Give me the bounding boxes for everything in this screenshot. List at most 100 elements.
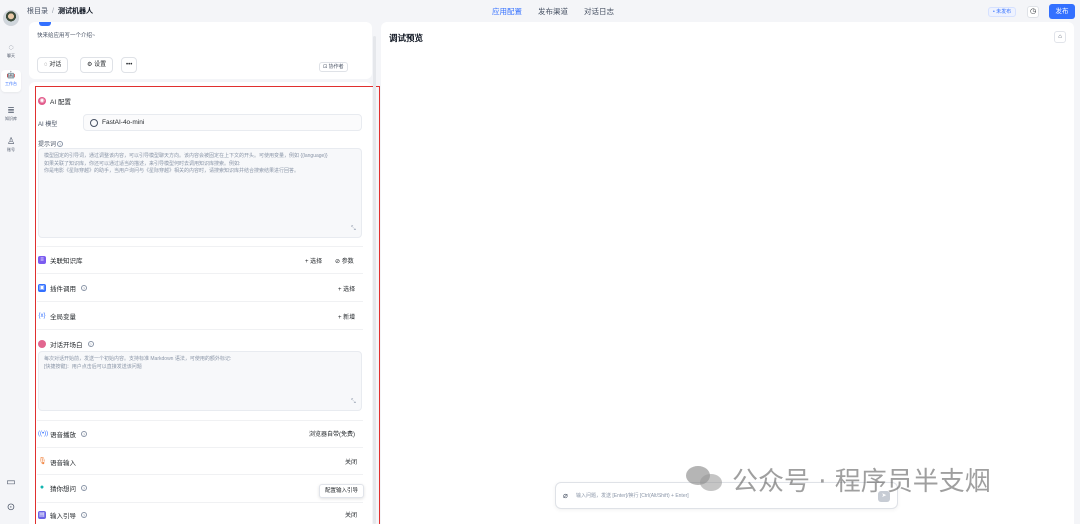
breadcrumb-root[interactable]: 根目录 <box>27 8 48 15</box>
variable-add-button[interactable]: + 新增 <box>338 312 355 321</box>
settings-button-label: 设置 <box>94 62 107 68</box>
attachment-icon[interactable]: ⌀ <box>563 491 568 500</box>
welcome-icon <box>38 340 46 348</box>
rail-item-label: 知识库 <box>5 116 17 121</box>
plugin-row: ▣ 插件调用? <box>38 283 87 293</box>
expand-icon[interactable]: ⤡ <box>351 399 356 406</box>
collaborator-icon: ⊡ <box>323 64 328 70</box>
opener-label: 对话开场白 <box>50 342 83 349</box>
chat-button-label: 对话 <box>49 62 62 68</box>
database-icon: ≣ <box>7 105 15 115</box>
toolbox-icon: ▣ <box>38 284 46 292</box>
tts-label: 语音播放 <box>50 432 76 439</box>
settings-button[interactable]: ⚙ 设置 <box>80 57 114 73</box>
knowledge-base-row: ≡ 关联知识库 <box>38 255 83 265</box>
breadcrumb-separator: / <box>52 8 54 15</box>
ai-config-label: AI 配置 <box>50 99 71 106</box>
plugin-select-button[interactable]: + 选择 <box>338 284 355 293</box>
prompt-label: 提示词? <box>38 139 64 148</box>
rail-item-chat[interactable]: ◌ 聊天 <box>1 42 21 64</box>
tts-row: ((•)) 语音播放? <box>38 429 87 439</box>
preview-title: 调试预览 <box>389 33 424 43</box>
clear-chat-icon[interactable]: ⌂ <box>1054 31 1066 43</box>
guess-questions-row: ● 猜你想问? <box>38 483 87 493</box>
database-icon: ≡ <box>38 256 46 264</box>
avatar[interactable] <box>3 10 19 26</box>
divider <box>37 420 363 421</box>
chat-button[interactable]: ◌ 对话 <box>37 57 69 73</box>
top-bar: 根目录 / 测试机器人 应用配置 发布渠道 对话日志 • 未发布 ◷ 发布 <box>22 0 1080 22</box>
watermark: 公众号 · 程序员半支烟 <box>686 461 991 497</box>
input-guide-value[interactable]: 关闭 <box>345 510 357 519</box>
tts-value[interactable]: 浏览器自带(免费) <box>309 429 355 438</box>
rail-item-account[interactable]: ♙ 账号 <box>1 136 21 158</box>
divider <box>37 474 363 475</box>
variable-icon: {x} <box>38 313 46 319</box>
lightbulb-icon: ● <box>39 484 45 491</box>
publish-button[interactable]: 发布 <box>1049 4 1075 19</box>
divider <box>37 447 363 448</box>
watermark-text: 公众号 · 程序员半支烟 <box>732 466 991 497</box>
prompt-textarea[interactable]: 模型固定的引导词，通过调整该内容，可以引导模型聊天方向。该内容会被固定在上下文的… <box>38 148 362 238</box>
model-select[interactable]: FastAI-4o-mini <box>83 114 362 131</box>
global-variables-label: 全局变量 <box>50 314 76 321</box>
rail-item-knowledge[interactable]: ≣ 知识库 <box>1 105 21 127</box>
divider <box>37 329 363 330</box>
config-scrollbar[interactable] <box>373 36 376 524</box>
global-variables-row: {x} 全局变量 <box>38 311 76 321</box>
app-info-card: 快来给应用写一个介绍~ ◌ 对话 ⚙ 设置 ••• ⊡ 协作者 <box>29 22 372 79</box>
user-icon: ♙ <box>6 136 16 146</box>
divider <box>37 502 363 503</box>
expand-icon[interactable]: ⤡ <box>351 226 356 233</box>
microphone-icon: 🎙 <box>38 458 47 465</box>
input-guide-label: 输入引导 <box>50 513 76 520</box>
opener-textarea[interactable]: 每次对话开始前，发送一个初始内容。支持标准 Markdown 语法，可使用的额外… <box>38 351 362 411</box>
gear-icon: ⚙ <box>87 62 93 68</box>
help-icon[interactable]: ? <box>57 141 64 147</box>
chat-bubble-icon: ◌ <box>44 62 48 68</box>
tab-bar: 应用配置 发布渠道 对话日志 <box>492 6 614 17</box>
help-icon[interactable]: ? <box>87 341 94 347</box>
rail-item-label: 工作台 <box>5 81 17 86</box>
input-guide-tooltip: 配置输入引导 <box>319 484 365 498</box>
model-value: FastAI-4o-mini <box>102 119 145 126</box>
breadcrumb: 根目录 / 测试机器人 <box>27 6 93 16</box>
help-icon[interactable]: ? <box>81 485 87 491</box>
tab-publish-channel[interactable]: 发布渠道 <box>538 6 568 17</box>
collaborator-button[interactable]: ⊡ 协作者 <box>319 62 348 72</box>
chat-input-placeholder: 输入问题，发送 [Enter]/换行 [Ctrl(Alt/Shift) + En… <box>576 493 689 499</box>
divider <box>37 301 363 302</box>
divider <box>37 246 363 247</box>
stt-row: 🎙 语音输入 <box>38 457 76 467</box>
breadcrumb-current: 测试机器人 <box>57 8 93 15</box>
ai-icon: ◉ <box>38 97 46 105</box>
help-icon[interactable]: ? <box>81 512 87 518</box>
help-icon[interactable]: ? <box>81 431 87 437</box>
wechat-icon <box>686 464 724 494</box>
collaborator-label: 协作者 <box>328 64 344 70</box>
tab-app-config[interactable]: 应用配置 <box>492 6 522 17</box>
chat-icon: ◌ <box>8 42 14 52</box>
more-button[interactable]: ••• <box>121 57 138 73</box>
status-badge: • 未发布 <box>988 7 1017 17</box>
github-icon[interactable]: ⊙ <box>5 502 17 514</box>
knowledge-base-label: 关联知识库 <box>50 258 83 265</box>
divider <box>37 273 363 274</box>
left-rail: ◌ 聊天 🤖 工作台 ≣ 知识库 ♙ 账号 ▭ ⊙ <box>0 0 22 524</box>
stt-value[interactable]: 关闭 <box>345 457 357 466</box>
robot-icon: 🤖 <box>6 72 16 79</box>
tab-chat-logs[interactable]: 对话日志 <box>584 6 614 17</box>
app-intro[interactable]: 快来给应用写一个介绍~ <box>37 31 95 39</box>
kb-select-button[interactable]: + 选择 <box>305 256 322 265</box>
rail-item-workbench[interactable]: 🤖 工作台 <box>1 70 21 92</box>
kb-params-button[interactable]: ⊘ 参数 <box>335 256 354 265</box>
openai-icon <box>90 118 98 127</box>
history-icon[interactable]: ◷ <box>1027 6 1039 18</box>
broadcast-icon: ((•)) <box>38 431 49 437</box>
rail-item-label: 账号 <box>7 147 15 152</box>
help-icon[interactable]: ? <box>81 285 87 291</box>
book-icon[interactable]: ▭ <box>5 477 17 489</box>
plugin-label: 插件调用 <box>50 286 76 293</box>
app-avatar[interactable] <box>39 22 51 26</box>
guide-icon: ▤ <box>38 511 46 519</box>
